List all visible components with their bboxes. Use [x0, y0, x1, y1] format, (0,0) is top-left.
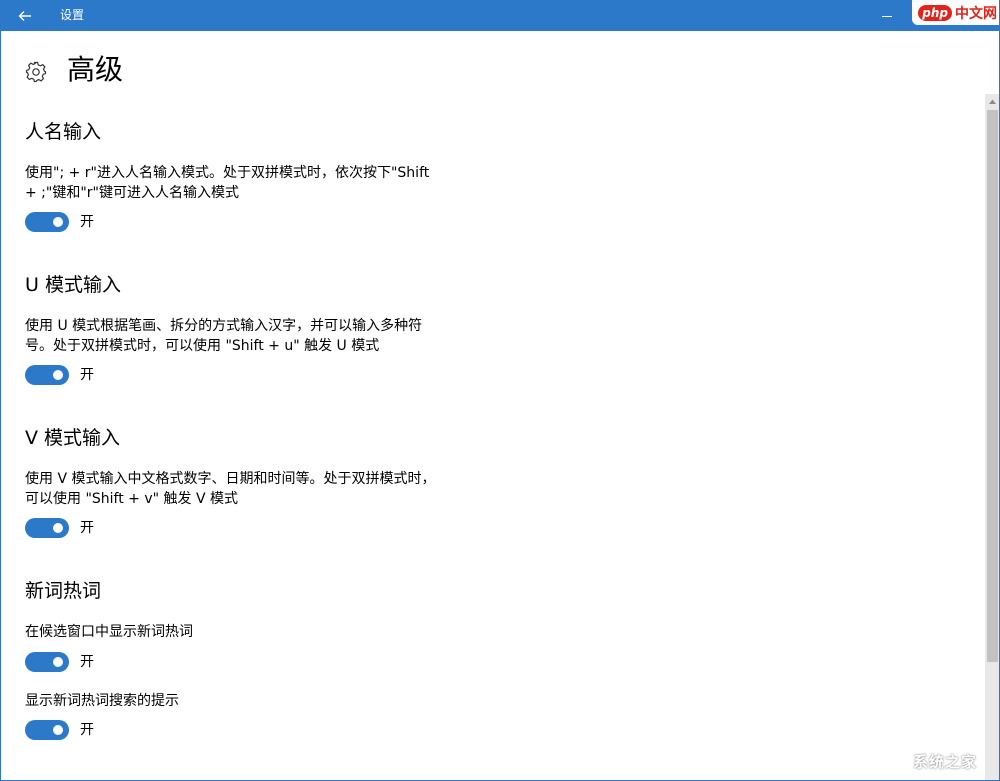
show-hot-words-toggle[interactable]	[25, 652, 69, 672]
setting-label-hot-words-search-tip: 显示新词热词搜索的提示	[25, 693, 179, 709]
minimize-button[interactable]	[869, 0, 905, 31]
description-line: 使用 U 模式根据笔画、拆分的方式输入汉字，并可以输入多种符	[25, 318, 423, 334]
php-watermark-logo: php 中文网	[912, 0, 999, 25]
section-header-new-hot-words: 新词热词	[25, 580, 102, 602]
v-mode-toggle[interactable]	[25, 518, 69, 538]
corner-watermark: 系统之家	[912, 753, 977, 771]
toggle-state-label: 开	[80, 654, 94, 670]
description-line: + ;"键和"r"键可进入人名输入模式	[25, 185, 239, 201]
toggle-state-label: 开	[80, 520, 94, 536]
vertical-scrollbar[interactable]	[985, 94, 999, 780]
scroll-thumb[interactable]	[987, 110, 998, 662]
description-line: 号。处于双拼模式时，可以使用 "Shift + u" 触发 U 模式	[25, 338, 380, 354]
back-arrow-icon	[18, 10, 31, 21]
v-mode-description: 使用 V 模式输入中文格式数字、日期和时间等。处于双拼模式时， 可以使用 "Sh…	[25, 469, 465, 509]
u-mode-toggle[interactable]	[25, 365, 69, 385]
description-line: 使用 V 模式输入中文格式数字、日期和时间等。处于双拼模式时，	[25, 471, 436, 487]
toggle-knob	[53, 523, 63, 533]
toggle-state-label: 开	[80, 214, 94, 230]
page-title: 高级	[67, 53, 124, 86]
minimize-icon	[882, 15, 892, 17]
v-mode-toggle-row: 开	[25, 518, 94, 538]
toggle-state-label: 开	[80, 367, 94, 383]
gear-icon	[25, 61, 47, 83]
title-bar: 设置 php 中文网	[1, 0, 999, 31]
toggle-knob	[53, 217, 63, 227]
section-header-u-mode: U 模式输入	[25, 274, 121, 296]
scroll-up-arrow-icon	[989, 99, 996, 104]
settings-window: 设置 php 中文网 高级 人名输入 使用"; + r"进入人名输入模式。处于双…	[0, 0, 1000, 781]
section-header-v-mode: V 模式输入	[25, 427, 121, 449]
u-mode-toggle-row: 开	[25, 365, 94, 385]
section-header-name-input: 人名输入	[25, 121, 102, 143]
toggle-knob	[53, 725, 63, 735]
toggle-knob	[53, 370, 63, 380]
name-input-description: 使用"; + r"进入人名输入模式。处于双拼模式时，依次按下"Shift + ;…	[25, 163, 465, 203]
app-title: 设置	[60, 8, 85, 22]
description-line: 可以使用 "Shift + v" 触发 V 模式	[25, 491, 238, 507]
hot-words-search-tip-toggle-row: 开	[25, 720, 94, 740]
toggle-knob	[53, 657, 63, 667]
setting-label-show-hot-words: 在候选窗口中显示新词热词	[25, 624, 193, 640]
name-input-toggle[interactable]	[25, 212, 69, 232]
description-line: 使用"; + r"进入人名输入模式。处于双拼模式时，依次按下"Shift	[25, 165, 430, 181]
show-hot-words-toggle-row: 开	[25, 652, 94, 672]
hot-words-search-tip-toggle[interactable]	[25, 720, 69, 740]
back-button[interactable]	[1, 0, 49, 31]
scroll-up-button[interactable]	[985, 94, 999, 109]
u-mode-description: 使用 U 模式根据笔画、拆分的方式输入汉字，并可以输入多种符 号。处于双拼模式时…	[25, 316, 465, 356]
name-input-toggle-row: 开	[25, 212, 94, 232]
toggle-state-label: 开	[80, 722, 94, 738]
